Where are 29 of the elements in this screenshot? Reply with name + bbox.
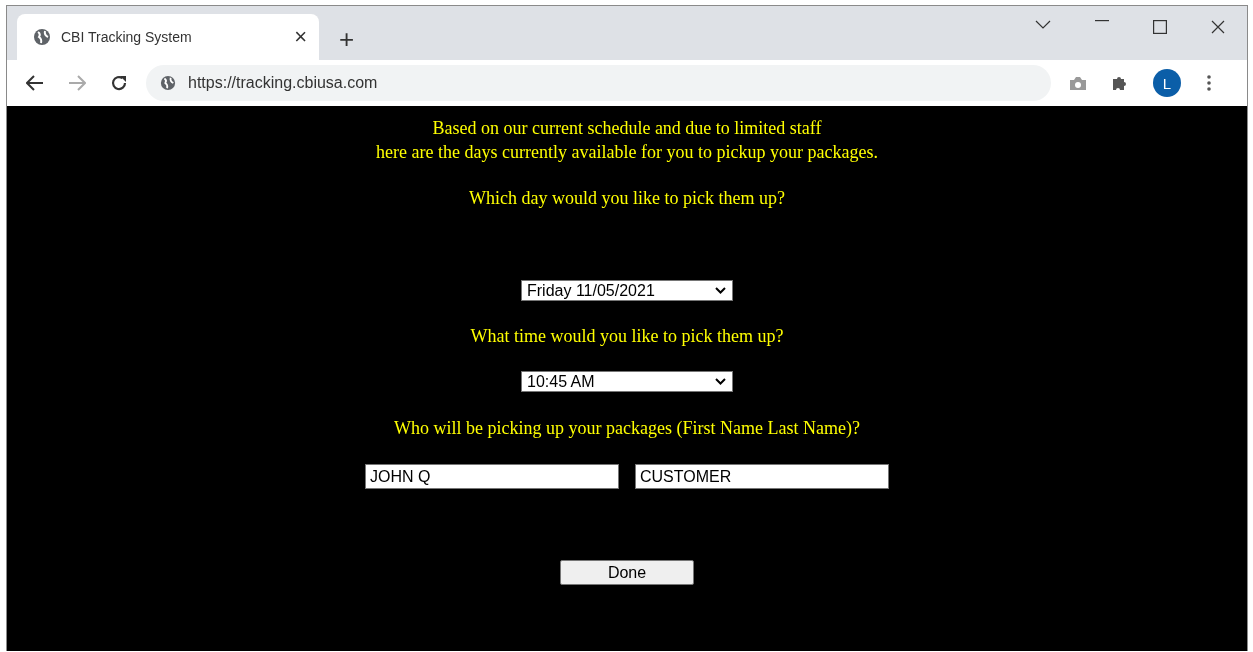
intro-text: Based on our current schedule and due to limited staff here are the days currently available for you to pickup your packages.: [376, 117, 878, 164]
day-select[interactable]: Friday 11/05/2021: [521, 280, 733, 301]
tab-close-button[interactable]: ×: [294, 26, 307, 48]
menu-icon[interactable]: [1207, 75, 1211, 91]
url-text: https://tracking.cbiusa.com: [188, 74, 378, 92]
day-question: Which day would you like to pick them up?: [469, 187, 785, 210]
browser-tab[interactable]: CBI Tracking System ×: [17, 14, 319, 60]
last-name-field[interactable]: CUSTOMER: [635, 464, 889, 489]
time-question: What time would you like to pick them up?: [470, 325, 784, 348]
reload-icon[interactable]: [110, 74, 128, 92]
first-name-field[interactable]: JOHN Q: [365, 464, 619, 489]
done-button[interactable]: Done: [560, 560, 694, 585]
chevron-down-icon[interactable]: [1035, 20, 1051, 30]
new-tab-button[interactable]: +: [339, 26, 355, 52]
tab-title: CBI Tracking System: [61, 29, 193, 45]
name-question: Who will be picking up your packages (First Name Last Name)?: [394, 417, 860, 440]
profile-avatar[interactable]: L: [1153, 69, 1181, 97]
back-arrow-icon[interactable]: [26, 75, 44, 91]
globe-icon: [160, 75, 176, 91]
maximize-icon[interactable]: [1153, 20, 1167, 34]
address-bar[interactable]: https://tracking.cbiusa.com: [146, 65, 1051, 101]
puzzle-icon[interactable]: [1111, 74, 1129, 92]
caret-icon: [715, 287, 726, 294]
globe-icon: [33, 28, 51, 46]
close-icon[interactable]: [1211, 20, 1225, 34]
camera-icon[interactable]: [1069, 75, 1087, 91]
time-select[interactable]: 10:45 AM: [521, 371, 733, 392]
caret-icon: [715, 378, 726, 385]
minimize-icon[interactable]: [1095, 20, 1109, 22]
